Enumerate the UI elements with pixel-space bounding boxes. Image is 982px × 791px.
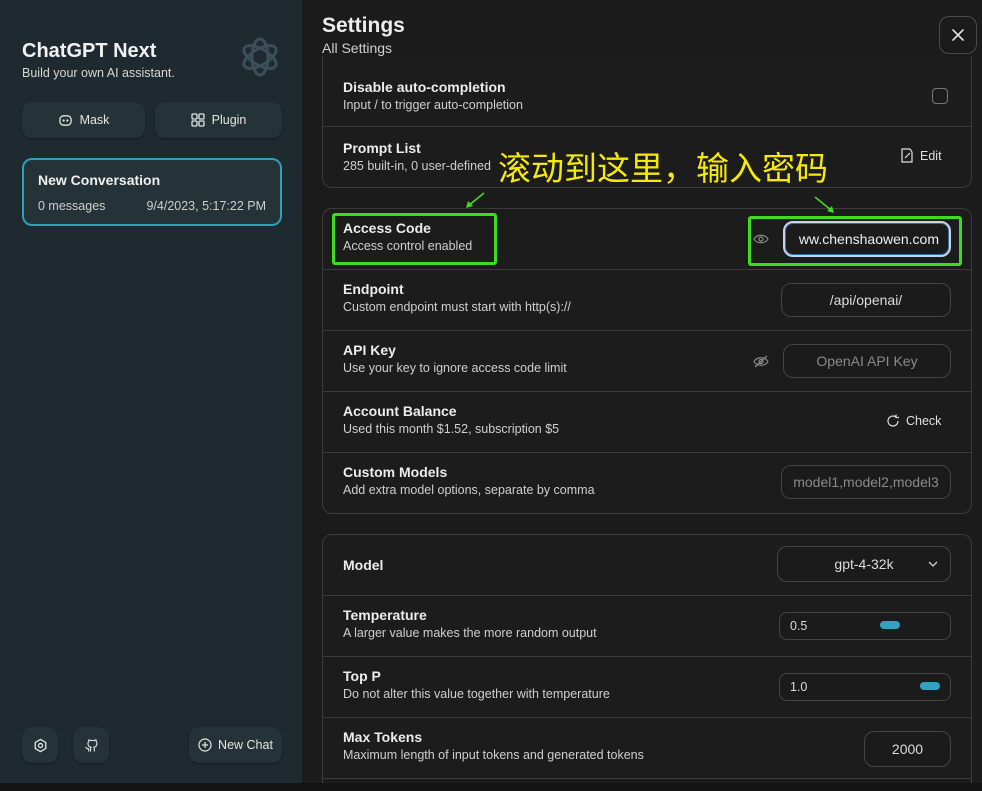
chevron-down-icon (928, 561, 938, 567)
model-select[interactable]: gpt-4-32k (777, 546, 951, 582)
setting-row-disable-autocomplete: Disable auto-completion Input / to trigg… (323, 66, 971, 127)
app-subtitle: Build your own AI assistant. (22, 66, 175, 80)
settings-panel: Settings All Settings Disable auto-compl… (302, 0, 982, 783)
github-button[interactable] (73, 727, 109, 763)
plugin-grid-icon (190, 113, 205, 127)
setting-row-model: Model gpt-4-32k (323, 535, 971, 596)
mask-button[interactable]: Mask (22, 102, 145, 138)
setting-subtitle: Access control enabled (343, 239, 473, 253)
temperature-value: 0.5 (790, 619, 808, 633)
prompt-edit-button[interactable]: Edit (900, 148, 942, 163)
setting-title: API Key (343, 342, 396, 358)
setting-row-access-code: Access Code Access control enabled ww.ch… (323, 209, 971, 270)
setting-row-custom-models: Custom Models Add extra model options, s… (323, 453, 971, 514)
setting-row-endpoint: Endpoint Custom endpoint must start with… (323, 270, 971, 331)
access-code-input[interactable]: ww.chenshaowen.com (783, 221, 951, 257)
setting-subtitle: Do not alter this value together with te… (343, 687, 610, 701)
slider-thumb[interactable] (880, 621, 900, 629)
plugin-button[interactable]: Plugin (155, 102, 282, 138)
openai-logo-icon (242, 37, 278, 77)
setting-title: Disable auto-completion (343, 79, 506, 95)
setting-title: Max Tokens (343, 729, 423, 745)
mask-icon (58, 114, 72, 126)
new-chat-label: New Chat (218, 738, 273, 752)
check-label: Check (906, 414, 942, 428)
window-bottom-edge (0, 783, 982, 791)
setting-title: Custom Models (343, 464, 448, 480)
github-icon (84, 738, 97, 752)
close-button[interactable] (939, 16, 977, 54)
model-select-value: gpt-4-32k (834, 556, 894, 572)
page-subtitle: All Settings (322, 40, 393, 56)
setting-subtitle: A larger value makes the more random out… (343, 626, 597, 640)
max-tokens-input[interactable]: 2000 (864, 731, 951, 767)
gear-icon (34, 738, 46, 752)
setting-row-top-p: Top P Do not alter this value together w… (323, 657, 971, 718)
settings-group-access: Access Code Access control enabled ww.ch… (322, 208, 972, 514)
setting-title: Model (343, 557, 384, 573)
settings-button[interactable] (22, 727, 58, 763)
setting-title: Access Code (343, 220, 431, 236)
refresh-icon (887, 414, 899, 427)
conversation-message-count: 0 messages (38, 199, 106, 213)
endpoint-input[interactable]: /api/openai/ (781, 283, 951, 317)
top-p-slider[interactable]: 1.0 (779, 673, 951, 701)
page-title: Settings (322, 14, 405, 37)
plus-circle-icon (198, 738, 212, 752)
setting-subtitle: Maximum length of input tokens and gener… (343, 748, 644, 762)
setting-title: Account Balance (343, 403, 457, 419)
edit-icon (901, 148, 913, 163)
settings-group-model: Model gpt-4-32k Temperature A larger val… (322, 534, 972, 783)
setting-subtitle: Input / to trigger auto-completion (343, 98, 523, 112)
setting-subtitle: Use your key to ignore access code limit (343, 361, 567, 375)
setting-subtitle: Add extra model options, separate by com… (343, 483, 595, 497)
slider-thumb[interactable] (920, 682, 940, 690)
disable-autocomplete-checkbox[interactable] (932, 88, 948, 104)
conversation-timestamp: 9/4/2023, 5:17:22 PM (146, 199, 266, 213)
setting-subtitle: 285 built-in, 0 user-defined (343, 159, 492, 173)
setting-subtitle: Custom endpoint must start with http(s):… (343, 300, 571, 314)
setting-title: Temperature (343, 607, 427, 623)
setting-row-max-tokens: Max Tokens Maximum length of input token… (323, 718, 971, 779)
setting-title: Prompt List (343, 140, 421, 156)
eye-icon[interactable] (753, 233, 769, 245)
setting-title: Endpoint (343, 281, 404, 297)
eye-off-icon[interactable] (753, 355, 769, 368)
temperature-slider[interactable]: 0.5 (779, 612, 951, 640)
annotation-text: 滚动到这里，输入密码 (498, 149, 828, 188)
check-balance-button[interactable]: Check (886, 414, 941, 428)
top-p-value: 1.0 (790, 680, 808, 694)
app-title: ChatGPT Next (22, 40, 157, 62)
close-icon (952, 29, 964, 41)
plugin-button-label: Plugin (211, 113, 247, 127)
conversation-item[interactable]: New Conversation 0 messages 9/4/2023, 5:… (22, 158, 282, 226)
setting-row-api-key: API Key Use your key to ignore access co… (323, 331, 971, 392)
setting-row-temperature: Temperature A larger value makes the mor… (323, 596, 971, 657)
edit-label: Edit (920, 148, 942, 163)
custom-models-input[interactable]: model1,model2,model3 (781, 465, 951, 499)
sidebar: ChatGPT Next Build your own AI assistant… (0, 0, 302, 783)
setting-row-account-balance: Account Balance Used this month $1.52, s… (323, 392, 971, 453)
setting-subtitle: Used this month $1.52, subscription $5 (343, 422, 560, 436)
new-chat-button[interactable]: New Chat (189, 727, 282, 763)
api-key-input[interactable]: OpenAI API Key (783, 344, 951, 378)
conversation-title: New Conversation (38, 172, 161, 188)
setting-title: Top P (343, 668, 381, 684)
mask-button-label: Mask (79, 113, 110, 127)
